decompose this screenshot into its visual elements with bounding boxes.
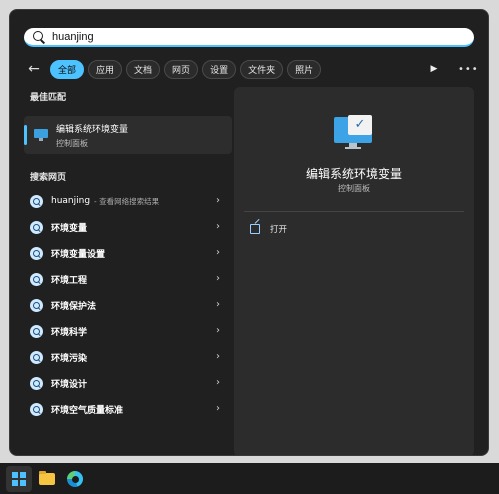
- chevron-right-icon: ›: [216, 273, 220, 284]
- web-search-icon: [30, 246, 43, 260]
- more-icon[interactable]: •••: [458, 64, 478, 75]
- web-result-label: 环境空气质量标准: [51, 405, 124, 416]
- filter-bar: ← 全部 应用 文档 网页 设置 文件夹 照片 ▶ •••: [26, 58, 478, 80]
- chevron-right-icon: ›: [216, 221, 220, 232]
- chevron-right-icon: ›: [216, 195, 220, 206]
- web-result-label: 环境设计: [51, 379, 88, 390]
- open-external-icon: [250, 224, 260, 234]
- web-result-8[interactable]: 环境空气质量标准 ›: [24, 396, 232, 422]
- detail-pane: ✓ 编辑系统环境变量 控制面板 打开: [234, 87, 474, 455]
- web-search-icon: [30, 194, 43, 208]
- web-result-label: 环境科学: [51, 327, 88, 338]
- divider: [244, 211, 464, 212]
- filter-chip-folders[interactable]: 文件夹: [240, 59, 284, 79]
- filter-chip-web[interactable]: 网页: [164, 59, 199, 79]
- best-match-subtitle: 控制面板: [56, 138, 88, 148]
- chevron-right-icon: ›: [216, 351, 220, 362]
- file-explorer-button[interactable]: [34, 466, 60, 492]
- web-search-icon: [30, 298, 43, 312]
- windows-start-icon: [12, 471, 26, 486]
- best-match-heading: 最佳匹配: [30, 93, 67, 103]
- web-result-7[interactable]: 环境设计 ›: [24, 370, 232, 396]
- web-search-heading: 搜索网页: [30, 173, 67, 183]
- search-box[interactable]: [24, 28, 474, 47]
- filter-chip-documents[interactable]: 文档: [126, 59, 161, 79]
- web-result-label: 环境污染: [51, 353, 88, 364]
- web-result-6[interactable]: 环境污染 ›: [24, 344, 232, 370]
- web-result-4[interactable]: 环境保护法 ›: [24, 292, 232, 318]
- web-result-2[interactable]: 环境变量设置 ›: [24, 240, 232, 266]
- search-icon: [32, 30, 46, 44]
- web-search-icon: [30, 402, 43, 416]
- chevron-right-icon: ›: [216, 377, 220, 388]
- file-explorer-icon: [39, 470, 55, 485]
- filter-chip-apps[interactable]: 应用: [88, 59, 123, 79]
- chevron-right-icon: ›: [216, 299, 220, 310]
- best-match-title: 编辑系统环境变量: [56, 124, 129, 135]
- selection-indicator: [24, 125, 27, 145]
- taskbar: [0, 463, 499, 494]
- open-action[interactable]: 打开: [250, 223, 287, 235]
- back-arrow-icon[interactable]: ←: [26, 61, 42, 77]
- windows-start-button[interactable]: [6, 465, 32, 492]
- web-result-label: 环境保护法: [51, 301, 97, 312]
- filter-chip-all[interactable]: 全部: [50, 59, 85, 79]
- web-result-5[interactable]: 环境科学 ›: [24, 318, 232, 344]
- web-result-sub: - 查看网络搜索结果: [94, 196, 160, 206]
- play-icon[interactable]: ▶: [424, 64, 444, 74]
- web-result-label: 环境变量: [51, 223, 88, 234]
- filter-chip-settings[interactable]: 设置: [202, 59, 237, 79]
- best-match-item[interactable]: 编辑系统环境变量 控制面板: [24, 116, 232, 154]
- start-search-panel: ← 全部 应用 文档 网页 设置 文件夹 照片 ▶ ••• 最佳匹配 编辑系统环…: [9, 9, 489, 456]
- web-result-3[interactable]: 环境工程 ›: [24, 266, 232, 292]
- web-result-label: 环境工程: [51, 275, 88, 286]
- results-list: 最佳匹配 编辑系统环境变量 控制面板 搜索网页 huanjing - 查看网络搜…: [24, 90, 232, 422]
- open-action-label: 打开: [270, 225, 288, 235]
- edge-browser-icon: [67, 470, 83, 487]
- web-search-icon: [30, 324, 43, 338]
- chevron-right-icon: ›: [216, 325, 220, 336]
- filter-chip-photos[interactable]: 照片: [287, 59, 322, 79]
- chevron-right-icon: ›: [216, 247, 220, 258]
- system-monitor-icon: [34, 129, 48, 141]
- web-search-icon: [30, 272, 43, 286]
- search-input[interactable]: [52, 30, 432, 43]
- web-result-label: huanjing: [51, 196, 91, 206]
- chevron-right-icon: ›: [216, 403, 220, 414]
- system-monitor-icon: ✓: [334, 115, 374, 151]
- edge-browser-button[interactable]: [62, 466, 88, 492]
- web-search-icon: [30, 220, 43, 234]
- web-search-icon: [30, 350, 43, 364]
- detail-title: 编辑系统环境变量: [305, 167, 402, 181]
- web-result-label: 环境变量设置: [51, 249, 106, 260]
- web-result-1[interactable]: 环境变量 ›: [24, 214, 232, 240]
- web-result-0[interactable]: huanjing - 查看网络搜索结果 ›: [24, 188, 232, 214]
- detail-subtitle: 控制面板: [338, 184, 370, 193]
- web-search-icon: [30, 376, 43, 390]
